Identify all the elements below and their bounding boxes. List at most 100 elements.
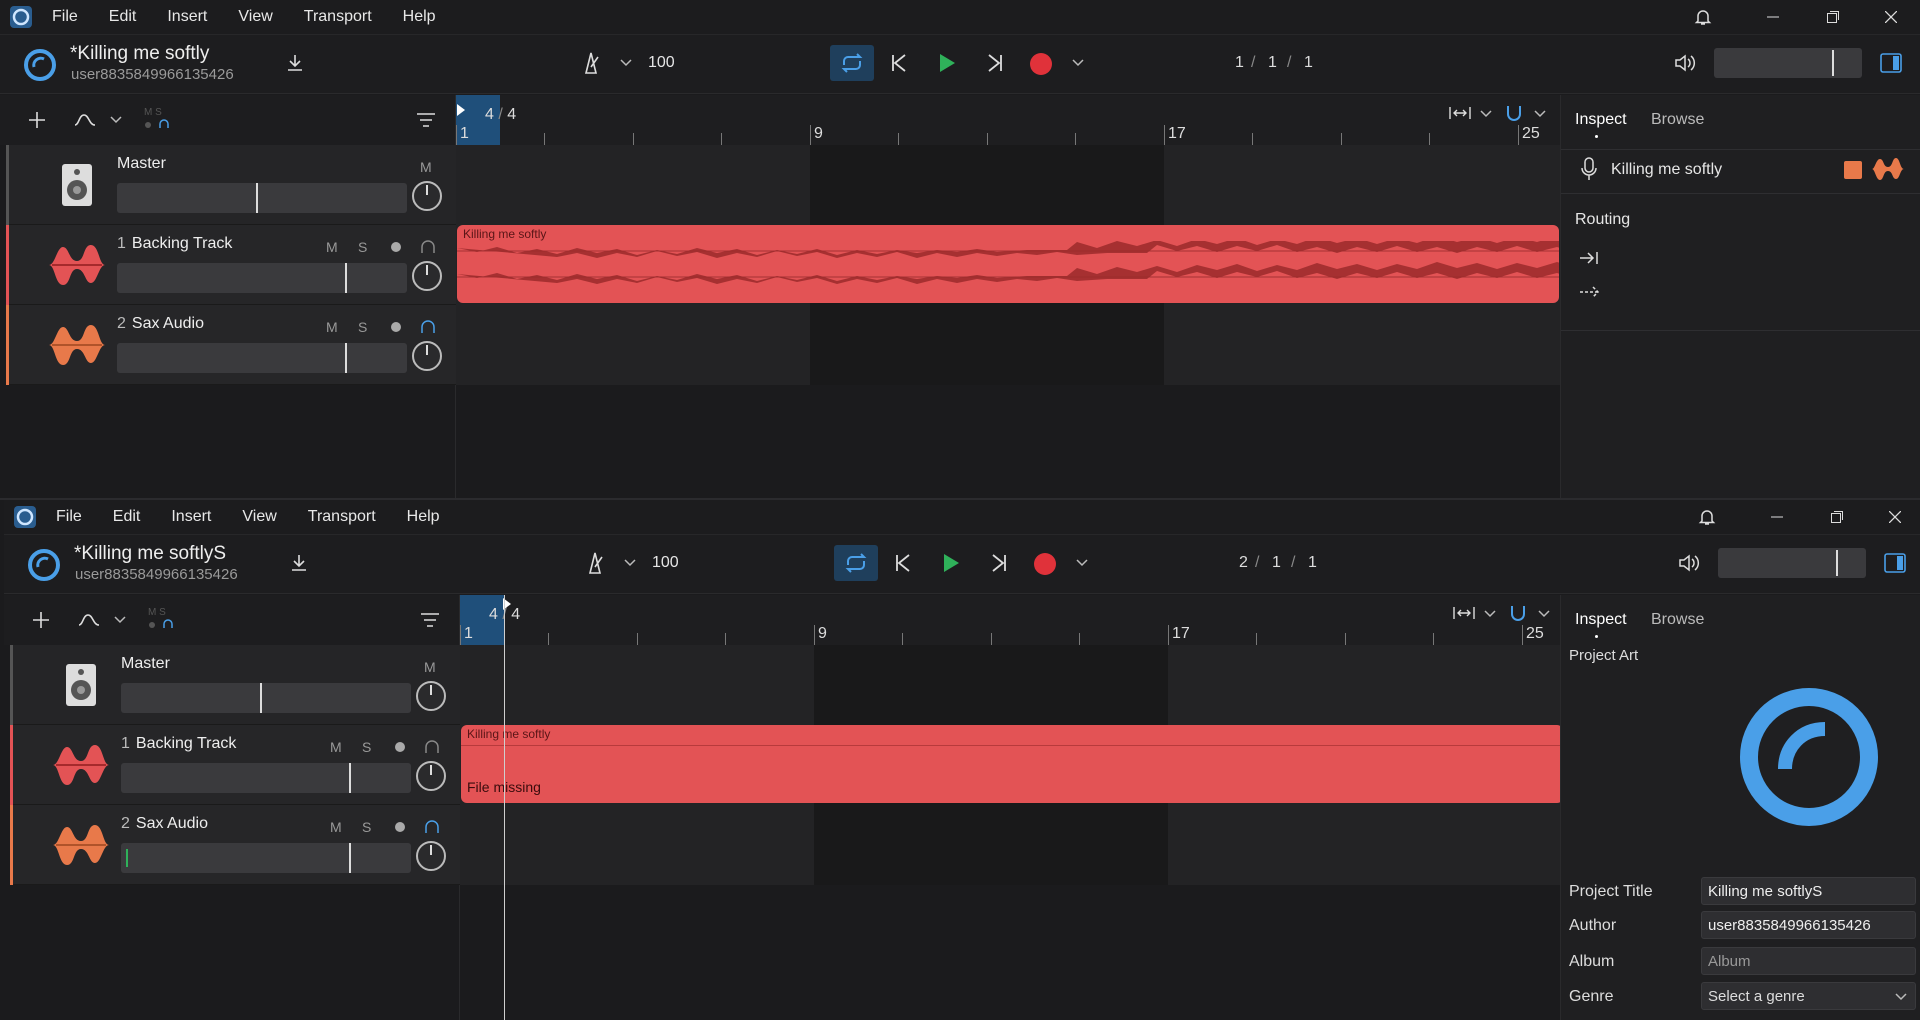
mute-button[interactable]: M bbox=[326, 319, 338, 335]
skip-forward-icon[interactable] bbox=[986, 53, 1004, 73]
track-master[interactable]: Master M bbox=[6, 145, 456, 225]
solo-button[interactable]: S bbox=[362, 819, 371, 835]
mute-button[interactable]: M bbox=[420, 159, 432, 175]
chevron-down-icon[interactable] bbox=[1480, 110, 1492, 118]
audio-clip[interactable]: Killing me softly bbox=[457, 225, 1559, 303]
download-icon[interactable] bbox=[289, 553, 309, 573]
record-arm-icon[interactable] bbox=[394, 741, 406, 753]
loop-button[interactable] bbox=[830, 45, 874, 81]
mute-button[interactable]: M bbox=[330, 739, 342, 755]
solo-button[interactable]: S bbox=[358, 319, 367, 335]
filter-icon[interactable] bbox=[420, 612, 440, 628]
pan-knob[interactable] bbox=[412, 181, 442, 211]
chevron-down-icon[interactable] bbox=[110, 116, 122, 124]
tempo-value[interactable]: 100 bbox=[652, 554, 679, 572]
author-field[interactable]: user8835849966135426 bbox=[1701, 911, 1916, 939]
monitor-icon[interactable] bbox=[424, 739, 440, 755]
restore-button[interactable] bbox=[1818, 0, 1848, 34]
ruler[interactable]: 4 / 4 1 9 17 25 bbox=[456, 95, 1560, 145]
minimize-button[interactable] bbox=[1762, 500, 1792, 534]
volume-fader[interactable] bbox=[117, 343, 407, 373]
position-beat[interactable]: 1 bbox=[1268, 54, 1277, 72]
pan-knob[interactable] bbox=[416, 681, 446, 711]
mute-button[interactable]: M bbox=[326, 239, 338, 255]
chevron-down-icon[interactable] bbox=[1538, 610, 1550, 618]
pan-knob[interactable] bbox=[416, 761, 446, 791]
menu-file[interactable]: File bbox=[56, 508, 82, 526]
volume-icon[interactable] bbox=[1678, 553, 1700, 573]
tab-inspect[interactable]: Inspect bbox=[1575, 611, 1627, 629]
menu-insert[interactable]: Insert bbox=[171, 508, 211, 526]
play-icon[interactable] bbox=[942, 553, 960, 573]
playhead-marker-icon[interactable] bbox=[456, 103, 466, 117]
tab-inspect[interactable]: Inspect bbox=[1575, 111, 1627, 129]
position-beat[interactable]: 1 bbox=[1272, 554, 1281, 572]
track-backing[interactable]: 1 Backing Track M S bbox=[10, 725, 460, 805]
panel-toggle-icon[interactable] bbox=[1884, 553, 1906, 573]
master-volume-slider[interactable] bbox=[1714, 48, 1862, 78]
ruler[interactable]: 4 / 4 1 9 17 25 bbox=[460, 595, 1564, 645]
position-bar[interactable]: 2 bbox=[1239, 554, 1248, 572]
zoom-fit-icon[interactable] bbox=[1452, 605, 1476, 621]
master-volume-slider[interactable] bbox=[1718, 548, 1866, 578]
record-arm-icon[interactable] bbox=[390, 241, 402, 253]
audio-clip[interactable]: Killing me softly File missing bbox=[461, 725, 1563, 803]
track-backing[interactable]: 1 Backing Track M S bbox=[6, 225, 456, 305]
snap-magnet-icon[interactable] bbox=[1504, 103, 1524, 123]
solo-button[interactable]: S bbox=[362, 739, 371, 755]
track-sax[interactable]: 2 Sax Audio M S bbox=[6, 305, 456, 385]
position-tick[interactable]: 1 bbox=[1304, 54, 1313, 72]
volume-fader[interactable] bbox=[117, 263, 407, 293]
tempo-value[interactable]: 100 bbox=[648, 54, 675, 72]
monitor-icon[interactable] bbox=[420, 319, 436, 335]
volume-fader[interactable] bbox=[117, 183, 407, 213]
close-button[interactable] bbox=[1876, 0, 1906, 34]
play-icon[interactable] bbox=[938, 53, 956, 73]
menu-transport[interactable]: Transport bbox=[304, 8, 372, 26]
volume-fader[interactable] bbox=[121, 843, 411, 873]
pan-knob[interactable] bbox=[412, 261, 442, 291]
automation-icon[interactable] bbox=[78, 611, 100, 629]
automation-icon[interactable] bbox=[74, 111, 96, 129]
skip-back-icon[interactable] bbox=[894, 553, 912, 573]
restore-button[interactable] bbox=[1822, 500, 1852, 534]
menu-help[interactable]: Help bbox=[403, 8, 436, 26]
add-track-icon[interactable] bbox=[28, 111, 46, 129]
record-arm-icon[interactable] bbox=[390, 321, 402, 333]
project-title-field[interactable]: Killing me softlyS bbox=[1701, 877, 1916, 905]
zoom-fit-icon[interactable] bbox=[1448, 105, 1472, 121]
inspector-track-name[interactable]: Killing me softly bbox=[1611, 161, 1722, 179]
chevron-down-icon[interactable] bbox=[1534, 110, 1546, 118]
bell-icon[interactable] bbox=[1692, 500, 1722, 534]
metronome-icon[interactable] bbox=[582, 551, 608, 575]
pan-knob[interactable] bbox=[416, 841, 446, 871]
chevron-down-icon[interactable] bbox=[624, 559, 636, 567]
filter-icon[interactable] bbox=[416, 112, 436, 128]
snap-magnet-icon[interactable] bbox=[1508, 603, 1528, 623]
menu-insert[interactable]: Insert bbox=[167, 8, 207, 26]
loop-button[interactable] bbox=[834, 545, 878, 581]
track-master[interactable]: Master M bbox=[10, 645, 460, 725]
track-sax[interactable]: 2 Sax Audio M S bbox=[10, 805, 460, 885]
menu-edit[interactable]: Edit bbox=[109, 8, 137, 26]
volume-fader[interactable] bbox=[121, 763, 411, 793]
mute-button[interactable]: M bbox=[424, 659, 436, 675]
monitor-icon[interactable] bbox=[424, 819, 440, 835]
chevron-down-icon[interactable] bbox=[1072, 59, 1084, 67]
menu-view[interactable]: View bbox=[238, 8, 272, 26]
genre-select[interactable]: Select a genre bbox=[1701, 982, 1916, 1010]
playhead-line[interactable] bbox=[504, 595, 505, 1020]
volume-icon[interactable] bbox=[1674, 53, 1696, 73]
pan-knob[interactable] bbox=[412, 341, 442, 371]
chevron-down-icon[interactable] bbox=[620, 59, 632, 67]
input-routing-icon[interactable] bbox=[1579, 251, 1601, 265]
add-track-icon[interactable] bbox=[32, 611, 50, 629]
volume-fader[interactable] bbox=[121, 683, 411, 713]
download-icon[interactable] bbox=[285, 53, 305, 73]
project-art-logo[interactable] bbox=[1739, 687, 1879, 827]
metronome-icon[interactable] bbox=[578, 51, 604, 75]
position-tick[interactable]: 1 bbox=[1308, 554, 1317, 572]
time-signature[interactable]: 4 / 4 bbox=[485, 106, 516, 124]
position-bar[interactable]: 1 bbox=[1235, 54, 1244, 72]
chevron-down-icon[interactable] bbox=[1076, 559, 1088, 567]
